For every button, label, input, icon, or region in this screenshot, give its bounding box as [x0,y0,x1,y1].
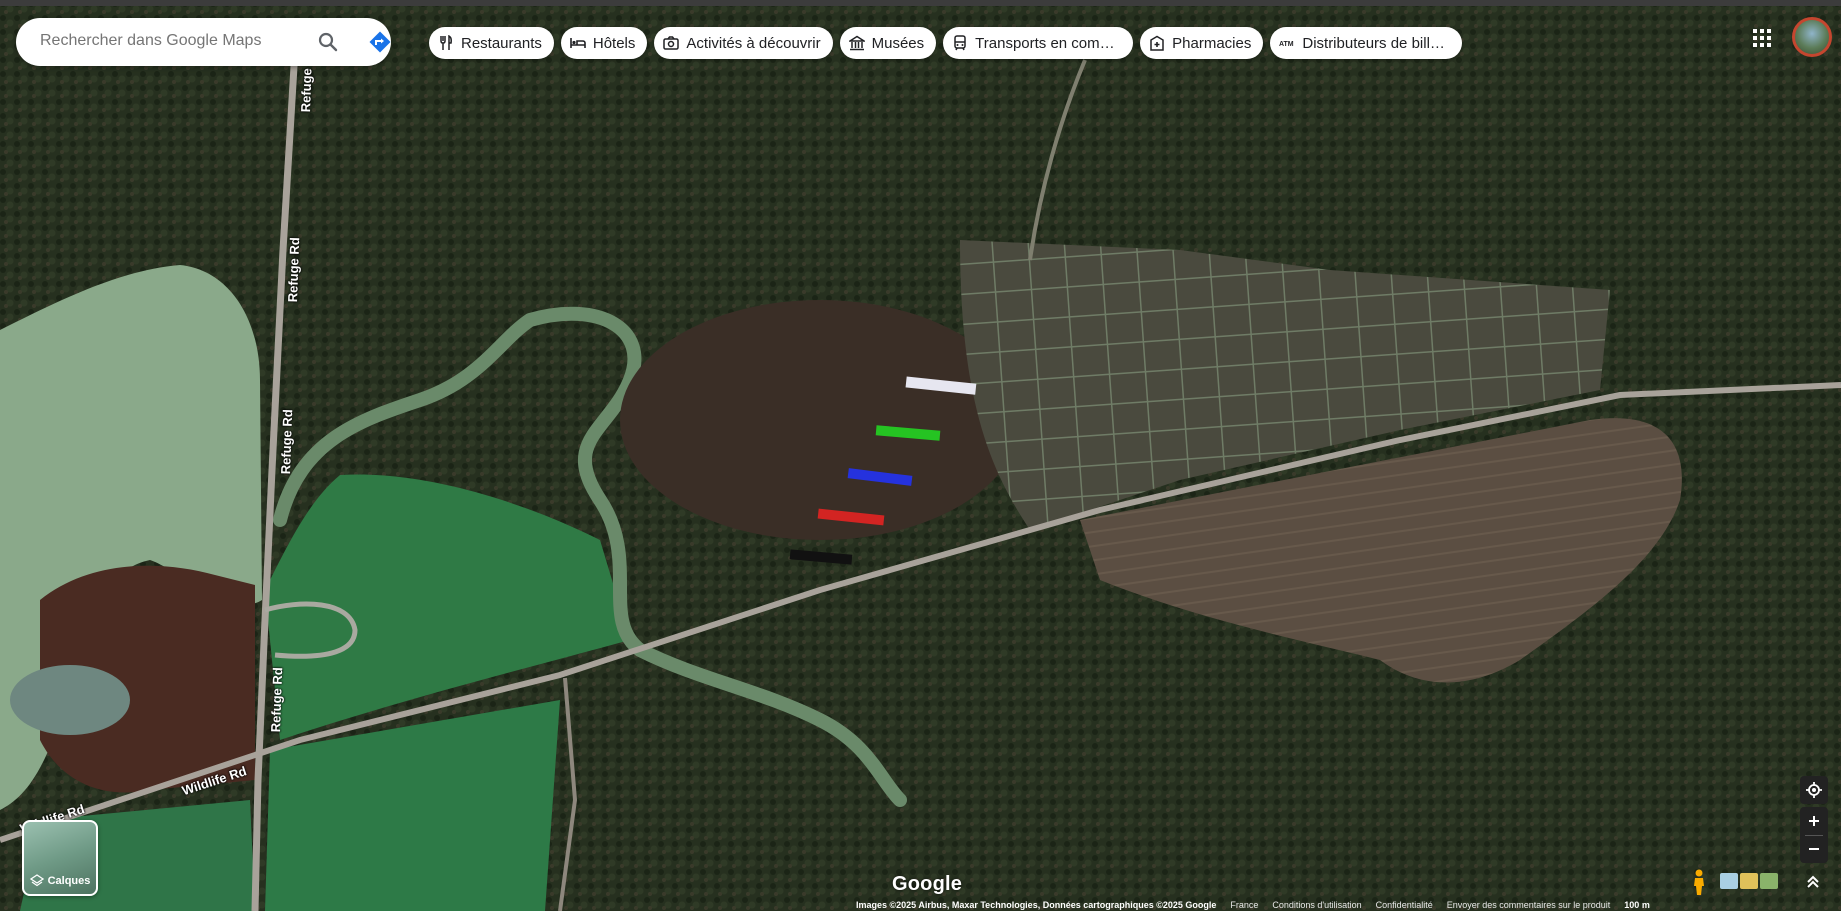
map-footer: Images ©2025 Airbus, Maxar Technologies,… [856,900,1650,911]
zoom-controls [1800,807,1828,863]
thumb-terrain[interactable] [1740,873,1758,889]
layers-button[interactable]: Calques [22,820,98,896]
layers-icon [29,874,44,887]
chip-restaurants[interactable]: Restaurants [429,27,554,59]
minus-icon [1809,848,1819,850]
chip-museums[interactable]: Musées [839,27,937,59]
imagery-credit: Images ©2025 Airbus, Maxar Technologies,… [856,900,1217,910]
zoom-out-button[interactable] [1800,836,1828,863]
chip-things-to-do[interactable]: Activités à découvrir [654,27,833,59]
category-chips: Restaurants Hôtels Activités à découvrir… [429,27,1463,59]
chip-label: Restaurants [461,34,542,52]
camera-icon [663,36,680,50]
chip-transit[interactable]: Transports en comm... [943,27,1134,59]
chip-label: Pharmacies [1172,34,1252,52]
pegman-icon[interactable] [1688,868,1710,896]
zoom-in-button[interactable] [1800,808,1828,835]
search-input[interactable] [40,32,290,50]
satellite-map[interactable] [0,0,1841,911]
svg-text:ATM: ATM [1279,41,1294,48]
scale-label[interactable]: 100 m [1624,900,1650,911]
chip-label: Distributeurs de bille... [1302,34,1451,52]
apps-grid-icon[interactable] [1750,26,1774,50]
privacy-link[interactable]: Confidentialité [1376,900,1433,911]
region-link[interactable]: France [1230,900,1258,911]
chip-label: Transports en comm... [975,34,1122,52]
account-avatar[interactable] [1792,17,1832,57]
road-label-refuge-rd: Refuge Rd [278,409,296,475]
chip-hotels[interactable]: Hôtels [560,27,648,59]
marsh-core [620,300,1020,540]
atm-icon: ATM [1279,41,1294,48]
road-label-refuge-rd: Refuge Rd [268,667,286,733]
search-icon[interactable] [316,30,340,54]
terms-link[interactable]: Conditions d'utilisation [1272,900,1361,911]
marsh-pool [10,665,130,735]
chevron-up-icon[interactable] [1804,874,1822,890]
google-logo: Google [892,873,963,895]
thumb-default[interactable] [1720,873,1738,889]
layers-label: Calques [47,875,91,887]
search-box[interactable] [16,18,391,66]
plus-icon [1809,816,1819,826]
chip-pharmacies[interactable]: Pharmacies [1140,27,1264,59]
directions-icon[interactable] [368,30,392,54]
road-label-refuge-rd: Refuge Rd [285,237,303,303]
chip-label: Musées [871,34,925,52]
thumb-satellite[interactable] [1760,873,1778,889]
feedback-link[interactable]: Envoyer des commentaires sur le produit [1447,900,1611,911]
fork-knife-icon [440,35,452,50]
museum-icon [848,35,865,51]
my-location-icon [1806,782,1822,798]
transit-icon [954,35,966,51]
chip-label: Activités à découvrir [686,34,821,52]
imagery-thumbnails[interactable] [1720,873,1778,889]
top-edge-band [0,0,1841,6]
chip-label: Hôtels [592,34,636,52]
my-location-button[interactable] [1800,776,1828,804]
bed-icon [570,38,586,48]
layers-label-row: Calques [24,874,96,888]
chip-atm[interactable]: ATM Distributeurs de bille... [1270,27,1463,59]
pharmacy-icon [1150,35,1164,51]
